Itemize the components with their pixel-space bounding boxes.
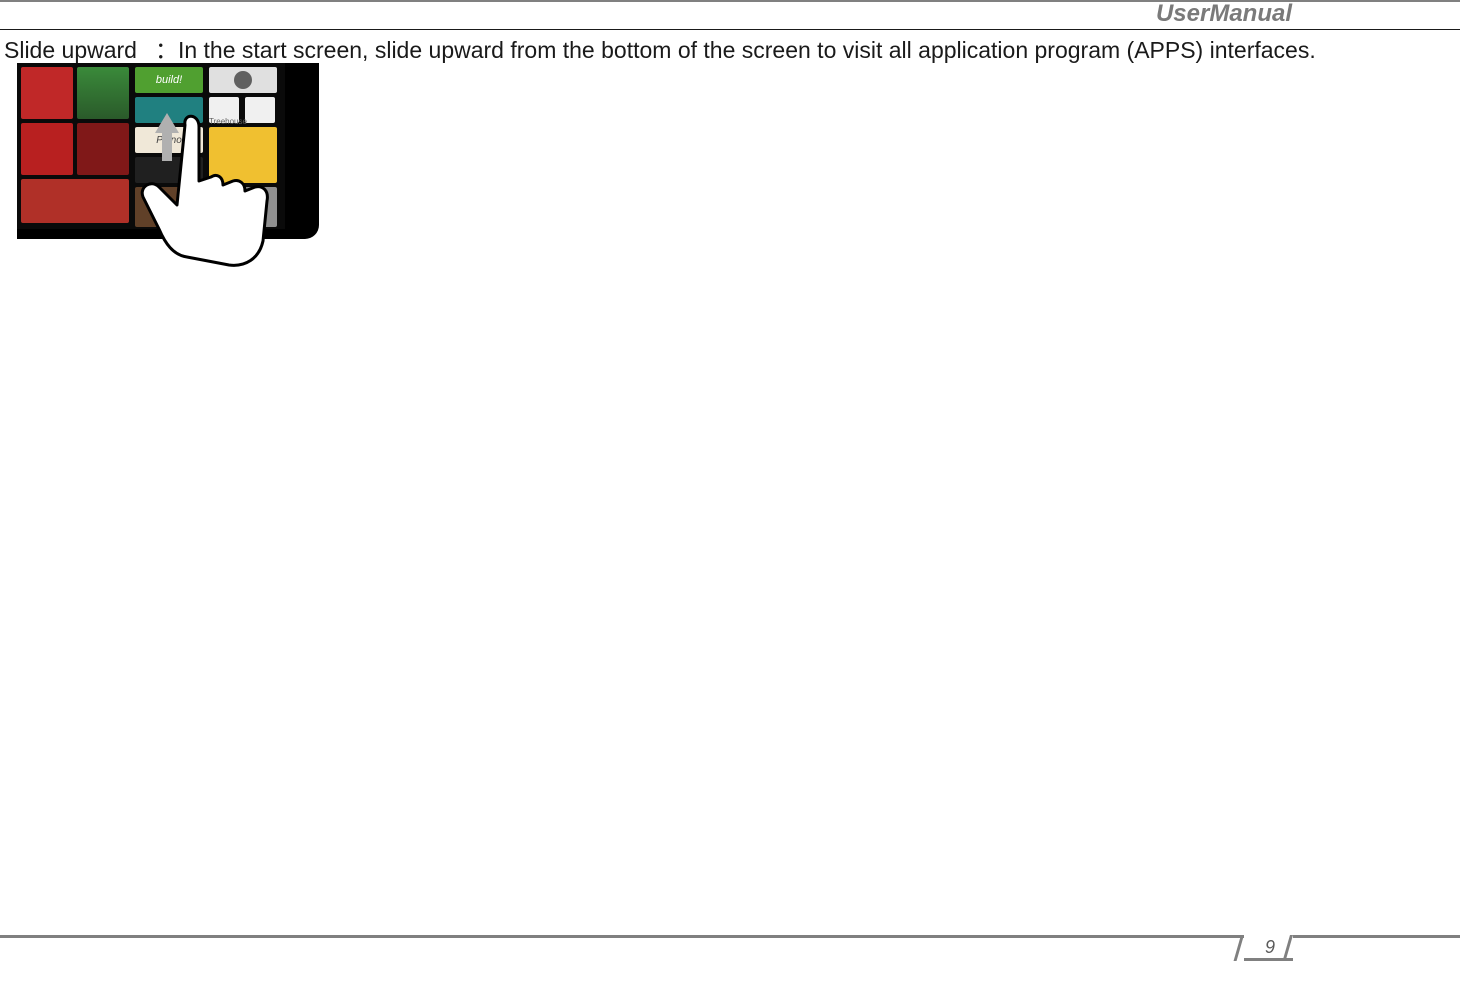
hand-gesture-icon <box>125 103 315 271</box>
page-footer: 9 <box>0 935 1460 963</box>
document-title: UserManual <box>1156 0 1292 28</box>
hand-svg <box>125 103 315 271</box>
gesture-description: In the start screen, slide upward from t… <box>178 37 1316 63</box>
tile-app <box>21 123 73 175</box>
tile-build: build! <box>135 67 203 93</box>
tile-app <box>77 67 129 119</box>
page-header: UserManual <box>0 0 1460 28</box>
gesture-name: Slide upward <box>4 37 137 63</box>
tile-alarms <box>209 67 277 93</box>
tile-app-wide <box>21 179 129 223</box>
illustration-figure: build! Piano Alarms Treehouse <box>17 63 319 273</box>
tile-app <box>21 67 73 119</box>
page-number: 9 <box>1265 937 1275 958</box>
clock-icon <box>234 71 252 89</box>
tile-app <box>77 123 129 175</box>
header-underline <box>0 29 1460 30</box>
instruction-text: Slide upward ：In the start screen, slide … <box>4 31 1316 65</box>
colon: ： <box>155 37 178 63</box>
footer-ornament <box>1234 935 1244 961</box>
